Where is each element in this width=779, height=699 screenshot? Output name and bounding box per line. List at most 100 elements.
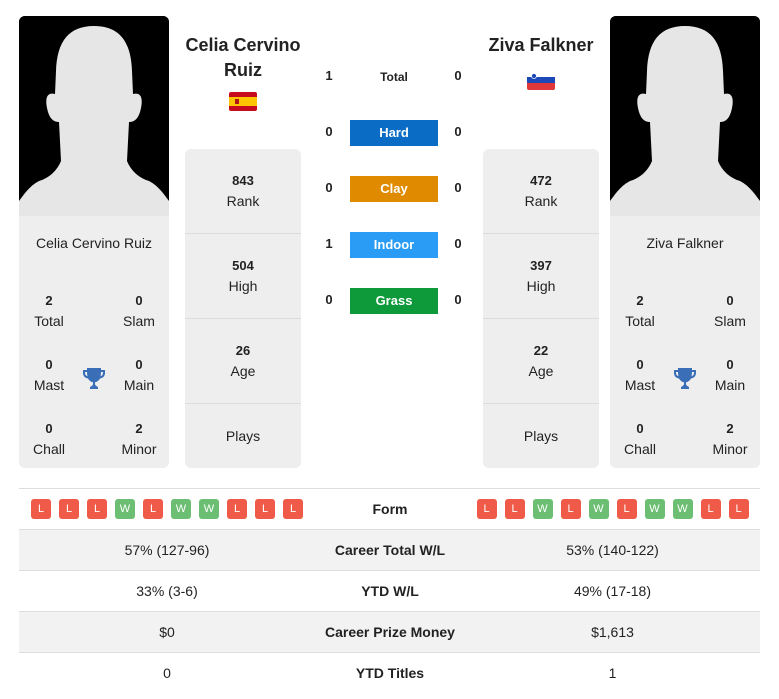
form-win-badge: W [199,499,219,519]
h2h-grass-row: 0 Grass 0 [310,288,475,314]
form-win-badge: W [588,499,609,519]
form-loss-badge: L [700,499,721,519]
player2-value: $1,613 [591,624,634,640]
age-cell: 26 Age [185,319,301,404]
titles-slam-label: Slam [714,313,746,329]
titles-main: 0 Main [109,355,169,395]
surface-indoor-badge: Indoor [350,232,438,258]
titles-chall: 0 Chall [610,419,670,459]
player2-heading[interactable]: Ziva Falkner [481,33,601,58]
player2-value: 1 [608,665,617,681]
player2-form: LLWLWLWWLL [465,499,760,519]
rank-label: Rank [226,193,260,209]
rank-cell: 843 Rank [185,149,301,234]
titles-minor: 2 Minor [700,419,760,459]
stat-label: YTD Titles [355,665,425,681]
h2h-total-label: Total [380,70,408,84]
avatar-silhouette-icon [610,16,760,216]
form-loss-badge: L [255,499,275,519]
titles-chall-value: 0 [45,421,53,436]
rank-label: Rank [524,193,558,209]
stat-label: YTD W/L [361,583,419,599]
form-loss-badge: L [283,499,303,519]
player2-heading-line1[interactable]: Ziva Falkner [481,33,601,58]
h2h-left-count: 1 [325,68,333,83]
h2h-right-count: 0 [454,292,462,307]
titles-mast: 0 Mast [19,355,79,395]
player1-heading-line1[interactable]: Celia Cervino [183,33,303,58]
table-row: 33% (3-6) YTD W/L 49% (17-18) [19,570,760,611]
age-value: 26 [235,343,251,358]
titles-slam: 0 Slam [109,291,169,331]
trophy-icon [674,368,696,389]
titles-main-label: Main [714,377,746,393]
titles-total-label: Total [625,313,655,329]
form-loss-badge: L [476,499,497,519]
titles-slam-label: Slam [123,313,155,329]
form-label: Form [372,501,408,517]
form-loss-badge: L [504,499,525,519]
form-row: LLLWLWWLLL Form LLWLWLWWLL [19,488,760,529]
titles-minor-label: Minor [121,441,157,457]
h2h-hard-row: 0 Hard 0 [310,120,475,146]
high-value: 504 [232,258,254,273]
plays-cell: Plays [483,404,599,468]
table-row: 0 YTD Titles 1 [19,652,760,693]
titles-slam: 0 Slam [700,291,760,331]
titles-mast-label: Mast [33,377,65,393]
form-win-badge: W [672,499,693,519]
h2h-left-count: 0 [325,124,333,139]
h2h-right-count: 0 [454,68,462,83]
titles-main-value: 0 [135,357,143,372]
titles-main-value: 0 [726,357,734,372]
high-cell: 504 High [185,234,301,319]
player2-name: Ziva Falkner [646,235,724,251]
player1-heading-line2[interactable]: Ruiz [183,58,303,83]
high-cell: 397 High [483,234,599,319]
h2h-clay-row: 0 Clay 0 [310,176,475,202]
player1-photo [19,16,169,216]
player1-form: LLLWLWWLLL [19,499,315,519]
titles-slam-value: 0 [726,293,734,308]
h2h-indoor-row: 1 Indoor 0 [310,232,475,258]
titles-total-value: 2 [636,293,644,308]
player2-value: 53% (140-122) [566,542,659,558]
player1-heading[interactable]: Celia Cervino Ruiz [183,33,303,83]
titles-minor-value: 2 [726,421,734,436]
form-loss-badge: L [87,499,107,519]
titles-total: 2 Total [19,291,79,331]
form-win-badge: W [644,499,665,519]
titles-chall: 0 Chall [19,419,79,459]
titles-minor-label: Minor [712,441,748,457]
player1-value: 57% (127-96) [124,542,210,558]
form-loss-badge: L [616,499,637,519]
titles-mast-value: 0 [636,357,644,372]
player1-info: 843 Rank 504 High 26 Age Plays [185,149,301,468]
avatar-silhouette-icon [19,16,169,216]
age-label: Age [528,363,554,379]
titles-minor-value: 2 [135,421,143,436]
rank-cell: 472 Rank [483,149,599,234]
plays-cell: Plays [185,404,301,468]
form-win-badge: W [171,499,191,519]
form-loss-badge: L [227,499,247,519]
player2-card: Ziva Falkner 2 Total 0 Slam 0 Mast 0 Main 0 C… [610,16,760,468]
h2h-left-count: 0 [325,292,333,307]
titles-chall-label: Chall [33,441,65,457]
player1-titles: 2 Total 0 Slam 0 Mast 0 Main 0 Chall 2 Minor [19,271,169,468]
titles-mast-value: 0 [45,357,53,372]
form-win-badge: W [115,499,135,519]
rank-value: 843 [232,173,254,188]
player2-info: 472 Rank 397 High 22 Age Plays [483,149,599,468]
player1-card: Celia Cervino Ruiz 2 Total 0 Slam 0 Mast 0 M… [19,16,169,468]
high-label: High [526,278,556,294]
form-loss-badge: L [143,499,163,519]
player2-titles: 2 Total 0 Slam 0 Mast 0 Main 0 Chall 2 Minor [610,271,760,468]
titles-main-label: Main [123,377,155,393]
titles-chall-label: Chall [624,441,656,457]
trophy-icon [83,368,105,389]
age-label: Age [230,363,256,379]
table-row: $0 Career Prize Money $1,613 [19,611,760,652]
player1-value: 33% (3-6) [136,583,198,599]
titles-total: 2 Total [610,291,670,331]
